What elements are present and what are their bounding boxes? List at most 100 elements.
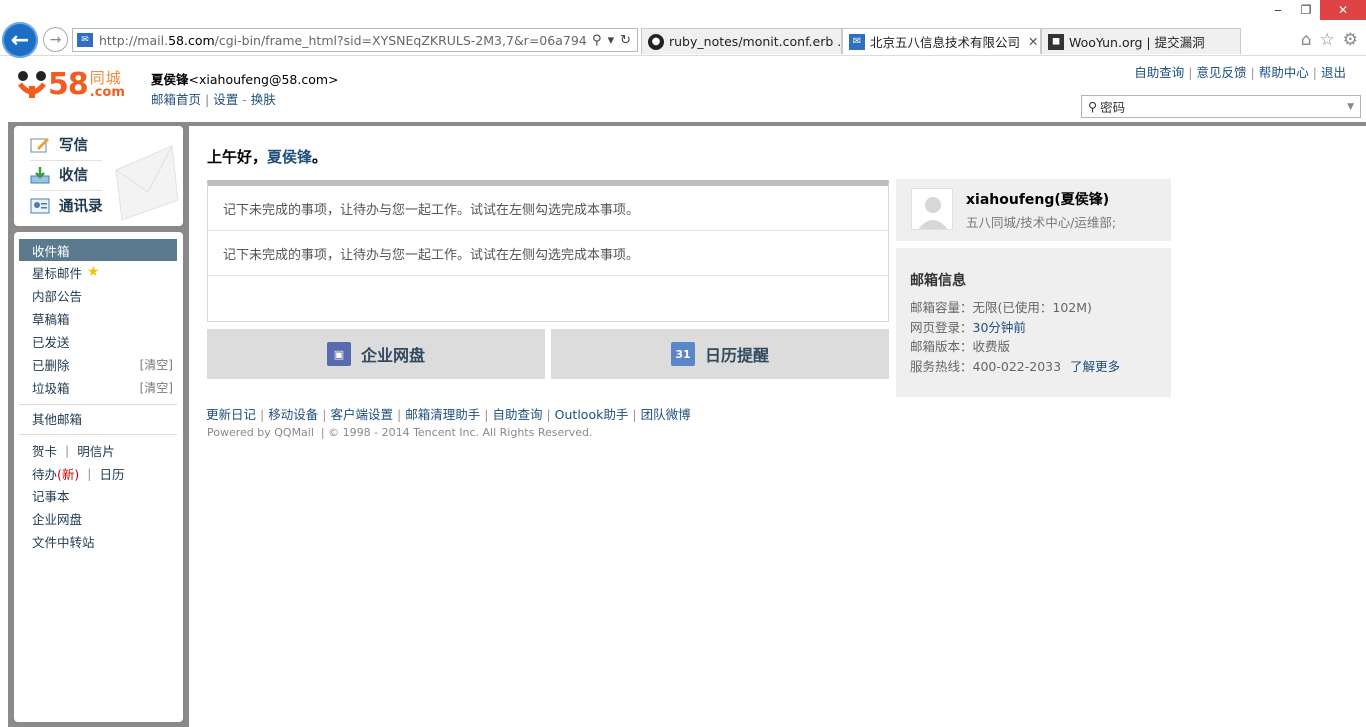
todo-list: 记下未完成的事项，让待办与您一起工作。试试在左侧勾选完成本事项。 记下未完成的事… xyxy=(207,180,889,322)
folder-deleted[interactable]: 已删除 [清空] xyxy=(19,353,177,375)
version-line: 邮箱版本：收费版 xyxy=(910,337,1171,357)
clear-spam-link[interactable]: [清空] xyxy=(140,379,173,396)
cleanup-assistant-link[interactable]: 邮箱清理助手 xyxy=(405,407,480,422)
todo-item[interactable]: 记下未完成的事项，让待办与您一起工作。试试在左侧勾选完成本事项。 xyxy=(208,231,888,276)
forward-arrow-icon[interactable]: → xyxy=(43,27,68,52)
calendar-tile[interactable]: 31 日历提醒 xyxy=(551,329,889,379)
change-skin-link[interactable]: 换肤 xyxy=(251,92,276,107)
url-rest: /cgi-bin/frame_html?sid=XYSNEqZKRULS-2M3… xyxy=(214,32,587,48)
calendar-day: 31 xyxy=(675,347,691,361)
login-time-link[interactable]: 30分钟前 xyxy=(973,320,1026,335)
changelog-link[interactable]: 更新日记 xyxy=(206,407,256,422)
browser-chrome: ‒ ❐ ✕ ← → ✉ http://mail.58.com/cgi-bin/f… xyxy=(0,0,1366,58)
tab-label: WooYun.org | 提交漏洞 xyxy=(1069,35,1205,50)
folder-label: 草稿箱 xyxy=(32,311,70,327)
refresh-icon[interactable]: ↻ xyxy=(620,33,631,48)
folder-spam[interactable]: 垃圾箱 [清空] xyxy=(19,376,177,398)
info-label: 邮箱版本： xyxy=(910,339,973,354)
netdisk-tile[interactable]: ▣ 企业网盘 xyxy=(207,329,545,379)
compose-label: 写信 xyxy=(59,138,88,154)
todo-new-badge: (新) xyxy=(57,466,80,482)
tab-close-icon[interactable]: ✕ xyxy=(1020,34,1038,49)
github-icon: ● xyxy=(648,33,664,50)
search-icon[interactable]: ⚲ xyxy=(592,33,602,48)
todo-empty-row[interactable] xyxy=(208,276,888,321)
header-sublinks: 邮箱首页 | 设置 - 换肤 xyxy=(151,92,276,107)
copyright-text: | © 1998 - 2014 Tencent Inc. All Rights … xyxy=(320,426,593,439)
self-service-link[interactable]: 自助查询 xyxy=(1134,65,1184,80)
folder-starred[interactable]: 星标邮件 ★ xyxy=(19,261,177,283)
calendar-link[interactable]: 日历 xyxy=(100,464,125,483)
dropdown-icon[interactable]: ▾ xyxy=(608,33,615,48)
profile-name: xiahoufeng(夏侯锋) xyxy=(966,192,1110,208)
greeting-card-link[interactable]: 贺卡 xyxy=(32,441,57,460)
info-label: 服务热线： xyxy=(910,358,973,374)
folder-label: 已删除 xyxy=(32,357,70,373)
tab-github[interactable]: ● ruby_notes/monit.conf.erb ... xyxy=(641,28,842,54)
todo-text: 记下未完成的事项，让待办与您一起工作。试试在左侧勾选完成本事项。 xyxy=(223,202,640,218)
calendar-icon: 31 xyxy=(670,342,695,366)
other-mailbox-link[interactable]: 其他邮箱 xyxy=(19,407,177,429)
info-label: 网页登录： xyxy=(910,319,973,335)
capacity-line: 邮箱容量：无限(已使用：102M) xyxy=(910,298,1171,318)
team-weibo-link[interactable]: 团队微博 xyxy=(641,407,691,422)
folder-label: 记事本 xyxy=(32,488,70,504)
tab-wooyun[interactable]: ◼ WooYun.org | 提交漏洞 xyxy=(1041,28,1241,54)
search-icon: ⚲ xyxy=(1088,99,1098,114)
client-settings-link[interactable]: 客户端设置 xyxy=(330,407,393,422)
58-logo[interactable]: 58 同城 .com xyxy=(16,66,125,100)
url-domain: 58.com xyxy=(168,32,215,48)
address-bar[interactable]: ✉ http://mail.58.com/cgi-bin/frame_html?… xyxy=(72,28,638,52)
help-center-link[interactable]: 帮助中心 xyxy=(1259,65,1309,80)
outlook-assistant-link[interactable]: Outlook助手 xyxy=(555,407,629,422)
learn-more-link[interactable]: 了解更多 xyxy=(1070,359,1120,374)
receive-button[interactable]: 收信 xyxy=(18,164,88,185)
logo-chinese: 同城 xyxy=(89,69,122,87)
contacts-button[interactable]: 通讯录 xyxy=(18,195,103,216)
restore-icon[interactable]: ❐ xyxy=(1292,0,1320,20)
folder-announcements[interactable]: 内部公告 xyxy=(19,284,177,306)
folder-drafts[interactable]: 草稿箱 xyxy=(19,307,177,329)
self-service-footer-link[interactable]: 自助查询 xyxy=(492,407,542,422)
folder-label: 文件中转站 xyxy=(32,534,95,550)
compose-button[interactable]: 写信 xyxy=(18,134,88,155)
mail-search-input[interactable]: ⚲ 密码 ▼ xyxy=(1081,95,1361,118)
home-icon[interactable]: ⌂ xyxy=(1301,30,1312,50)
chevron-down-icon[interactable]: ▼ xyxy=(1347,102,1354,112)
notes-link[interactable]: 记事本 xyxy=(19,484,177,506)
logo-mascot-icon xyxy=(18,71,46,98)
mailbox-info-title: 邮箱信息 xyxy=(910,273,966,289)
feedback-link[interactable]: 意见反馈 xyxy=(1197,65,1247,80)
minimize-icon[interactable]: ‒ xyxy=(1264,0,1292,20)
folder-inbox[interactable]: 收件箱 xyxy=(19,239,177,261)
file-transfer-link[interactable]: 文件中转站 xyxy=(19,530,177,552)
logout-link[interactable]: 退出 xyxy=(1321,65,1346,80)
url-prefix: http://mail. xyxy=(99,32,169,48)
mailbox-home-link[interactable]: 邮箱首页 xyxy=(151,92,201,107)
folder-sent[interactable]: 已发送 xyxy=(19,330,177,352)
window-controls: ‒ ❐ ✕ xyxy=(1264,0,1366,20)
favorites-star-icon[interactable]: ☆ xyxy=(1320,30,1335,50)
profile-card: xiahoufeng(夏侯锋) 五八同城/技术中心/运维部; xyxy=(896,179,1171,241)
mobile-link[interactable]: 移动设备 xyxy=(268,407,318,422)
avatar[interactable] xyxy=(911,188,953,230)
netdisk-link[interactable]: 企业网盘 xyxy=(19,507,177,529)
settings-link[interactable]: 设置 xyxy=(213,92,238,107)
todo-link[interactable]: 待办(新) xyxy=(32,464,79,483)
close-window-icon[interactable]: ✕ xyxy=(1320,0,1366,20)
todo-row: 待办(新) | 日历 xyxy=(32,464,125,483)
url-text[interactable]: http://mail.58.com/cgi-bin/frame_html?si… xyxy=(99,33,586,48)
star-icon: ★ xyxy=(87,264,100,280)
greeting: 上午好，夏侯锋。 xyxy=(207,146,327,167)
todo-item[interactable]: 记下未完成的事项，让待办与您一起工作。试试在左侧勾选完成本事项。 xyxy=(208,186,888,231)
folder-label: 其他邮箱 xyxy=(32,411,83,427)
hotline-value: 400-022-2033 xyxy=(972,358,1062,374)
settings-gear-icon[interactable]: ⚙ xyxy=(1343,30,1358,50)
clear-deleted-link[interactable]: [清空] xyxy=(140,356,173,373)
tab-58-mail[interactable]: ✉ 北京五八信息技术有限公司 ✕ xyxy=(842,28,1041,54)
back-arrow-icon[interactable]: ← xyxy=(2,22,38,58)
calendar-tile-label: 日历提醒 xyxy=(704,346,769,365)
folder-label: 企业网盘 xyxy=(32,511,83,527)
folder-label: 垃圾箱 xyxy=(32,380,70,396)
postcard-link[interactable]: 明信片 xyxy=(77,441,115,460)
